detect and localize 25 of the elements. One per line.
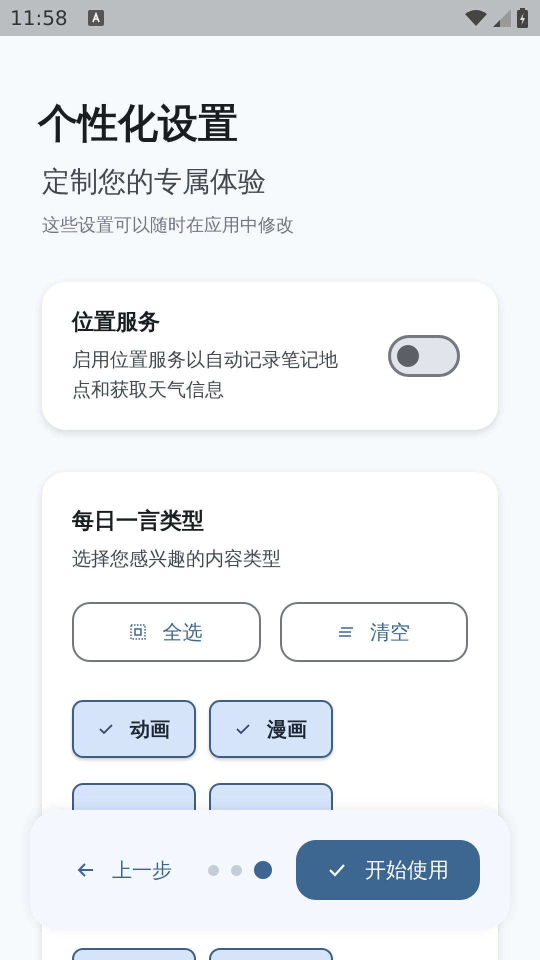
category-chip[interactable]: 动画 [72, 700, 196, 758]
card-title: 每日一言类型 [72, 508, 205, 536]
page-subtitle: 定制您的专属体验 [42, 164, 267, 200]
clear-button[interactable]: 清空 [280, 602, 468, 662]
clock-text: 11:58 [10, 6, 68, 30]
select-all-icon [130, 624, 146, 640]
category-chip[interactable] [72, 783, 196, 813]
select-all-button[interactable]: 全选 [72, 602, 260, 662]
signal-icon [493, 9, 511, 27]
clear-lines-icon [338, 626, 354, 638]
keyboard-icon [88, 10, 104, 26]
back-button[interactable]: 上一步 [76, 856, 172, 884]
hint-text: 这些设置可以随时在应用中修改 [42, 214, 295, 238]
card-description: 启用位置服务以自动记录笔记地点和获取天气信息 [72, 348, 338, 403]
category-chip[interactable] [209, 948, 333, 960]
card-description: 选择您感兴趣的内容类型 [72, 547, 282, 572]
page-title: 个性化设置 [38, 100, 239, 149]
battery-charging-icon [517, 8, 528, 28]
wifi-icon [465, 10, 487, 26]
category-chip[interactable]: 漫画 [209, 700, 333, 758]
location-toggle[interactable] [388, 335, 460, 377]
start-button[interactable]: 开始使用 [296, 840, 480, 900]
category-chip[interactable] [209, 783, 333, 813]
card-title: 位置服务 [72, 309, 161, 337]
category-chip[interactable] [72, 948, 196, 960]
